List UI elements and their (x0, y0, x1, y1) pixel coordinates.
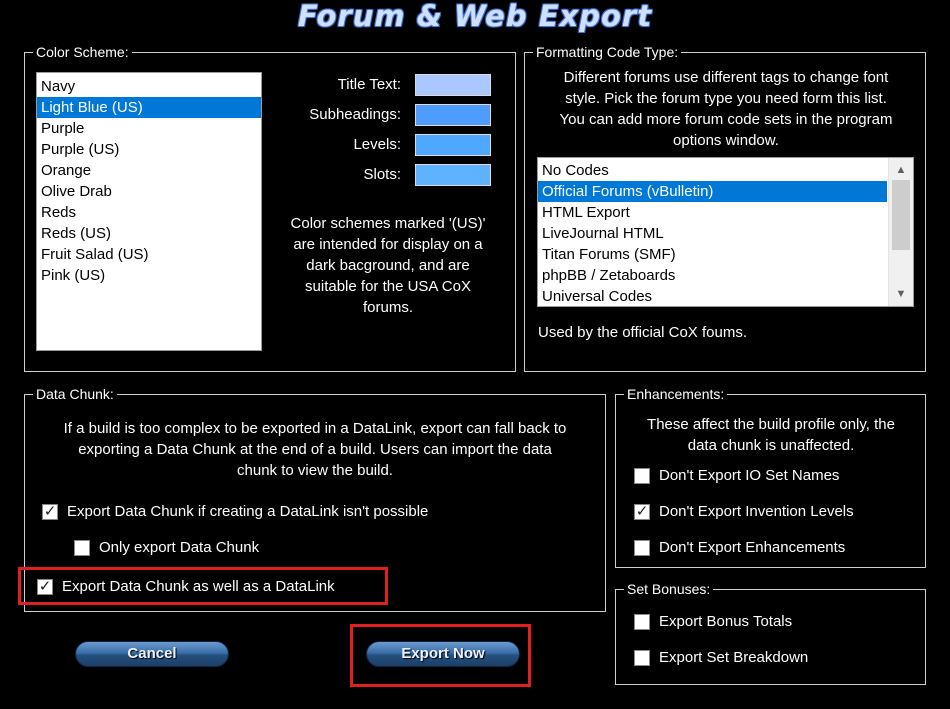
cancel-button[interactable]: Cancel (75, 641, 229, 667)
checkbox-label: Only export Data Chunk (99, 539, 260, 556)
checkbox-label: Export Data Chunk as well as a DataLink (62, 578, 335, 595)
formatting-item[interactable]: Universal Codes (538, 286, 887, 306)
checkbox-icon[interactable] (634, 539, 650, 556)
text-line: If a build is too complex to be exported… (63, 420, 567, 437)
checkbox-label: Export Bonus Totals (659, 613, 793, 630)
export-set-breakdown-checkbox[interactable]: Export Set Breakdown (634, 649, 808, 666)
color-swatch[interactable] (415, 134, 491, 156)
text-line: You can add more forum code sets in the … (559, 111, 893, 128)
formatting-footer: Used by the official CoX foums. (538, 324, 747, 341)
text-line: exporting a Data Chunk at the end of a b… (78, 441, 552, 458)
window-title: Forum & Web Export (297, 0, 653, 33)
color-scheme-list[interactable]: Navy Light Blue (US) Purple Purple (US) Oran… (36, 72, 262, 351)
checkbox-icon[interactable] (634, 613, 650, 630)
export-now-button[interactable]: Export Now (366, 641, 520, 667)
export-chunk-and-datalink-checkbox[interactable]: ✓ Export Data Chunk as well as a DataLin… (37, 578, 335, 595)
checkbox-label: Export Data Chunk if creating a DataLink… (67, 503, 429, 520)
formatting-item[interactable]: LiveJournal HTML (538, 223, 887, 244)
checkbox-icon[interactable] (74, 539, 90, 556)
text-line: Different forums use different tags to c… (563, 69, 889, 86)
checkbox-label: Don't Export Enhancements (659, 539, 846, 556)
checkbox-icon[interactable] (634, 649, 650, 666)
color-scheme-item[interactable]: Olive Drab (37, 181, 261, 202)
text-line: options window. (673, 132, 779, 149)
text-line: style. Pick the forum type you need form… (565, 90, 887, 107)
text-line: These affect the build profile only, the (647, 416, 895, 433)
formatting-item[interactable]: No Codes (538, 160, 887, 181)
formatting-item[interactable]: HTML Export (538, 202, 887, 223)
dont-export-enhancements-checkbox[interactable]: Don't Export Enhancements (634, 539, 845, 556)
dont-export-invention-levels-checkbox[interactable]: ✓ Don't Export Invention Levels (634, 503, 854, 520)
color-scheme-note: Color schemes marked '(US)' are intended … (270, 213, 506, 318)
checkbox-icon[interactable]: ✓ (42, 503, 58, 520)
formatting-item[interactable]: Titan Forums (SMF) (538, 244, 887, 265)
color-swatch[interactable] (415, 164, 491, 186)
enhancements-description: These affect the build profile only, the… (621, 414, 921, 456)
enhancements-legend: Enhancements: (627, 386, 725, 402)
checkbox-icon[interactable] (634, 467, 650, 484)
swatch-label: Levels: (353, 136, 401, 153)
color-scheme-legend: Color Scheme: (36, 44, 129, 60)
color-scheme-item[interactable]: Purple (37, 118, 261, 139)
color-scheme-item[interactable]: Reds (US) (37, 223, 261, 244)
text-line: suitable for the USA CoX (305, 278, 471, 295)
text-line: Color schemes marked '(US)' (290, 215, 486, 232)
checkbox-icon[interactable]: ✓ (634, 503, 650, 520)
text-line: dark bacground, and are (306, 257, 470, 274)
color-swatch[interactable] (415, 104, 491, 126)
set-bonuses-legend: Set Bonuses: (627, 581, 711, 597)
scroll-thumb[interactable] (892, 180, 910, 250)
color-scheme-item[interactable]: Reds (37, 202, 261, 223)
scroll-down-icon[interactable]: ▼ (889, 284, 913, 304)
formatting-legend: Formatting Code Type: (536, 44, 679, 60)
export-bonus-totals-checkbox[interactable]: Export Bonus Totals (634, 613, 792, 630)
checkbox-icon[interactable]: ✓ (37, 578, 53, 595)
color-scheme-item[interactable]: Purple (US) (37, 139, 261, 160)
text-line: are intended for display on a (293, 236, 483, 253)
formatting-description: Different forums use different tags to c… (530, 67, 922, 151)
checkbox-label: Don't Export Invention Levels (659, 503, 854, 520)
dont-export-io-set-names-checkbox[interactable]: Don't Export IO Set Names (634, 467, 839, 484)
color-scheme-item[interactable]: Pink (US) (37, 265, 261, 286)
scroll-up-icon[interactable]: ▲ (889, 160, 913, 180)
text-line: data chunk is unaffected. (687, 437, 855, 454)
formatting-item[interactable]: phpBB / Zetaboards (538, 265, 887, 286)
swatch-label: Slots: (363, 166, 401, 183)
color-scheme-item[interactable]: Light Blue (US) (37, 97, 261, 118)
formatting-list[interactable]: No Codes Official Forums (vBulletin) HTML … (537, 157, 914, 307)
color-scheme-item[interactable]: Fruit Salad (US) (37, 244, 261, 265)
swatch-label: Subheadings: (309, 106, 401, 123)
set-bonuses-group: Set Bonuses: (615, 581, 926, 685)
export-chunk-fallback-checkbox[interactable]: ✓ Export Data Chunk if creating a DataLi… (42, 503, 428, 520)
color-scheme-item[interactable]: Navy (37, 76, 261, 97)
data-chunk-legend: Data Chunk: (36, 386, 114, 402)
only-export-chunk-checkbox[interactable]: Only export Data Chunk (74, 539, 259, 556)
swatch-label: Title Text: (337, 76, 401, 93)
formatting-item[interactable]: Official Forums (vBulletin) (538, 181, 887, 202)
checkbox-label: Export Set Breakdown (659, 649, 809, 666)
checkbox-label: Don't Export IO Set Names (659, 467, 840, 484)
data-chunk-description: If a build is too complex to be exported… (30, 418, 600, 481)
formatting-list-scrollbar[interactable]: ▲ ▼ (888, 158, 913, 306)
text-line: chunk to view the build. (237, 462, 393, 479)
color-scheme-item[interactable]: Orange (37, 160, 261, 181)
text-line: forums. (362, 299, 413, 316)
color-swatch[interactable] (415, 74, 491, 96)
